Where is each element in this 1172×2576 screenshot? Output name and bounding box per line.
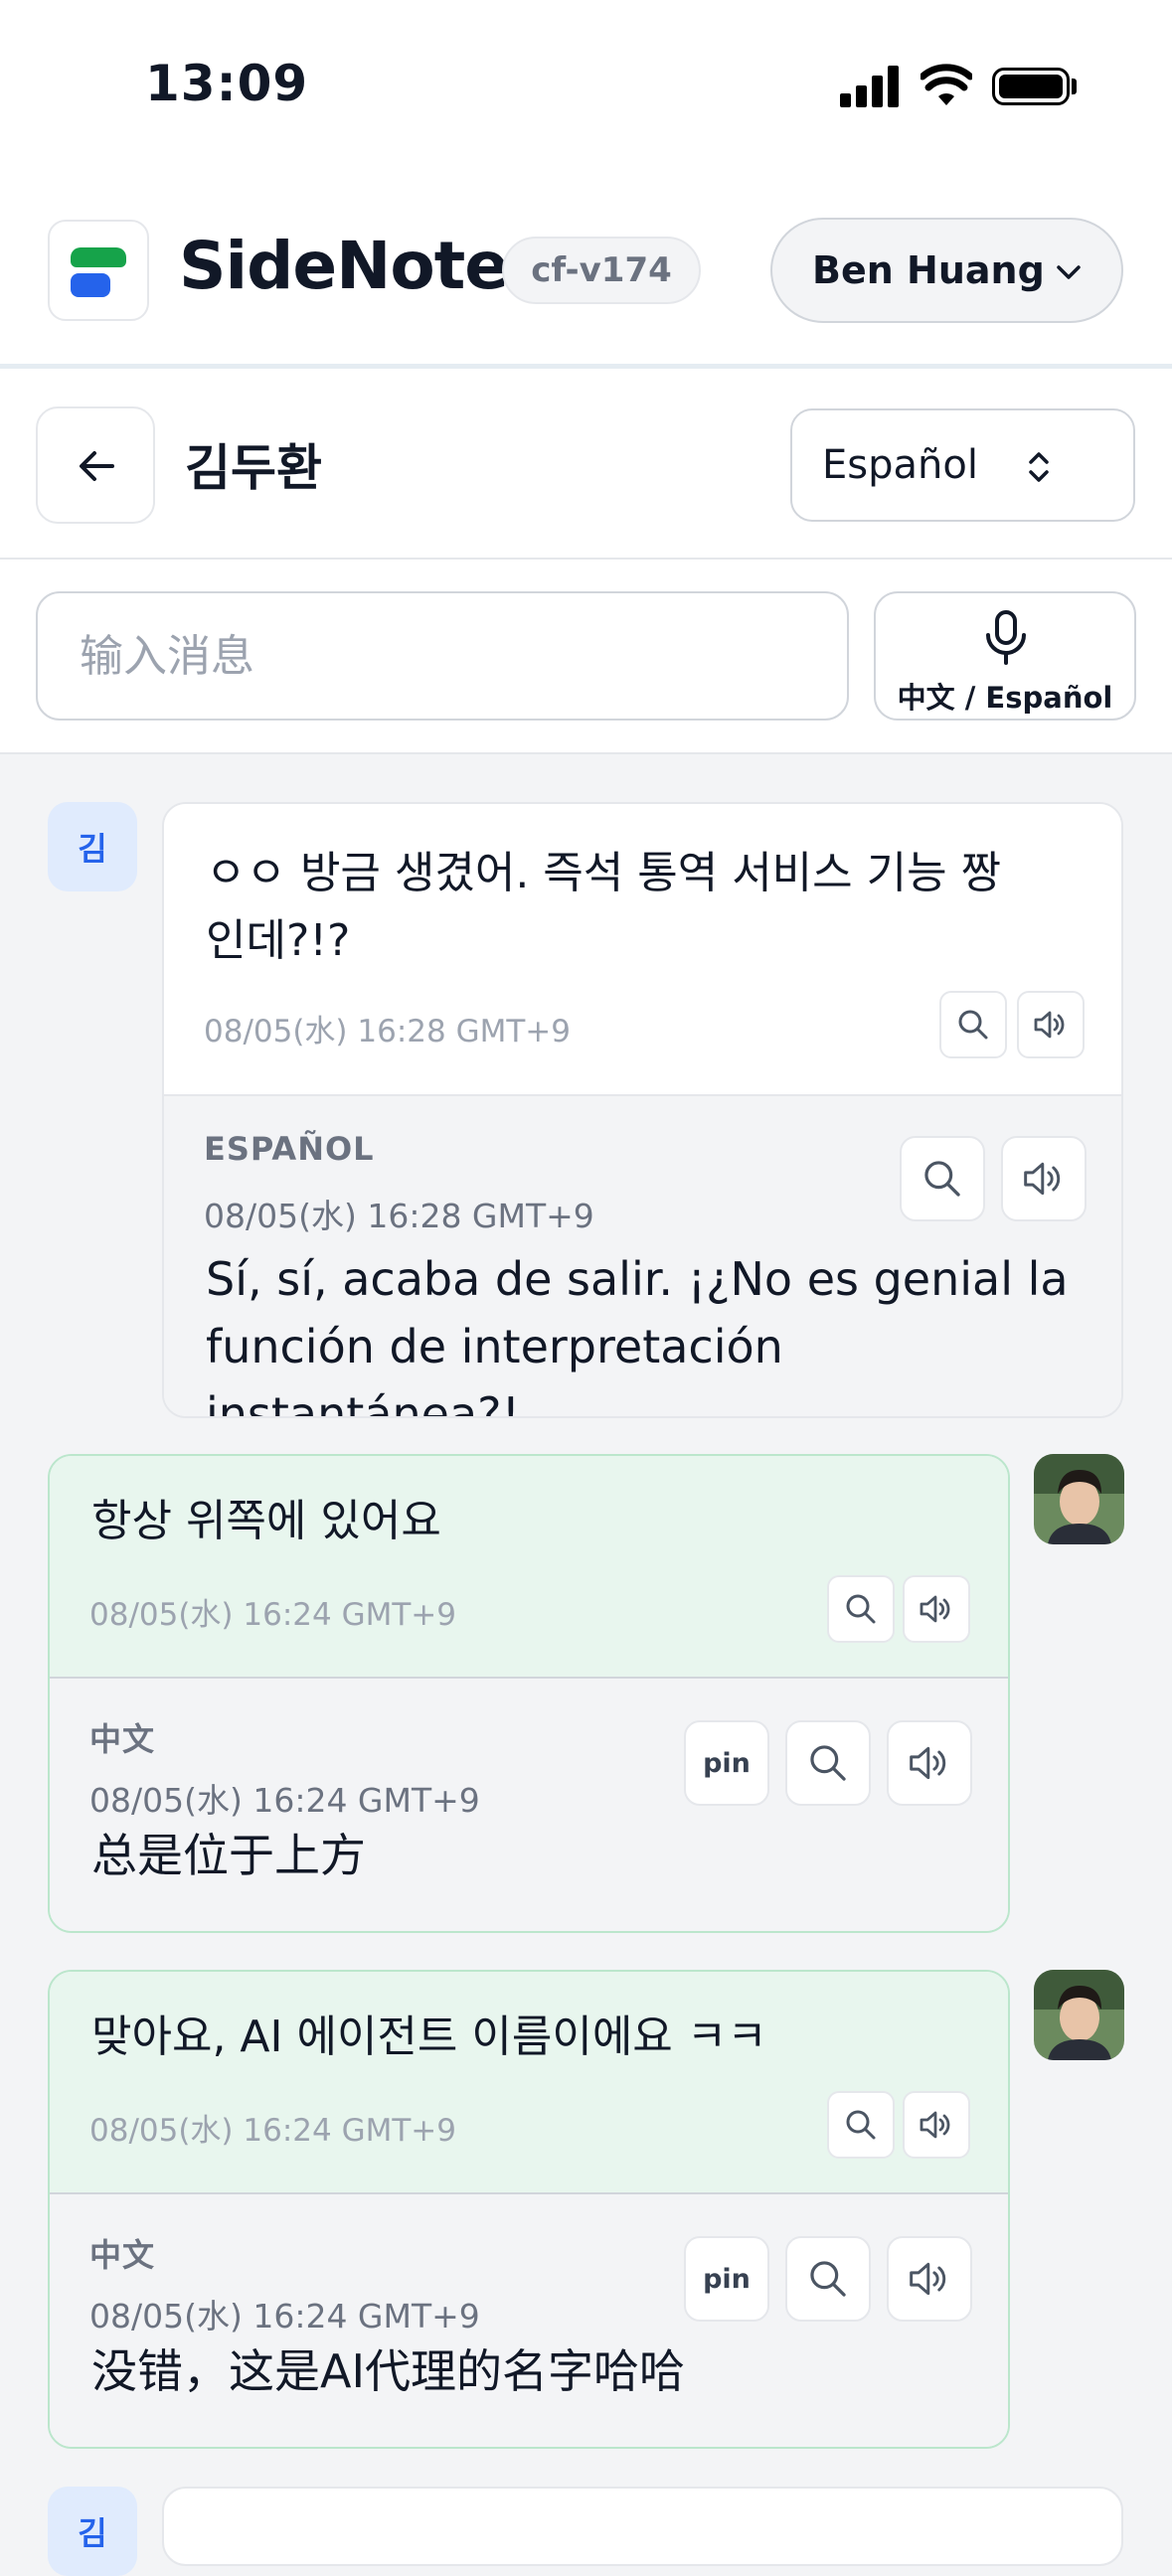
language-select[interactable]: Español [790,408,1135,522]
translation-text: 没错，这是AI代理的名字哈哈 [91,2344,686,2398]
speak-button[interactable] [887,2236,972,2322]
sort-updown-icon [1029,452,1049,482]
user-name: Ben Huang [812,248,1045,292]
search-icon [846,2110,876,2140]
speaker-icon [1024,1162,1061,1196]
speak-button[interactable] [887,1720,972,1806]
chat-header: 김두환 Español [0,369,1172,560]
search-icon [810,1745,846,1781]
translation-timestamp: 08/05(水) 16:24 GMT+9 [89,1781,480,1820]
translation-language: 中文 [89,1720,156,1758]
app-header: 13:09 SideNote cf-v174 Ben Huang [0,0,1172,366]
original-message: ㅇㅇ 방금 생겼어. 즉석 통역 서비스 기능 짱인데?!? 08/05(水) … [164,804,1121,1096]
search-icon [958,1010,988,1040]
message-card: 맞아요, AI 에이전트 이름이에요 ㅋㅋ 08/05(水) 16:24 GMT… [48,1970,1010,2449]
search-icon [810,2261,846,2297]
speak-button[interactable] [903,2091,970,2159]
speaker-icon [1034,1011,1065,1039]
translation: 中文 08/05(水) 16:24 GMT+9 没错，这是AI代理的名字哈哈 p… [50,2194,1008,2447]
original-text: 항상 위쪽에 있어요 [91,1496,441,1546]
speaker-icon [910,1746,946,1780]
contact-avatar: 김 [48,802,137,891]
back-button[interactable] [36,406,155,524]
voice-input-label: 中文 / Español [897,681,1113,715]
pin-button[interactable]: pin [684,1720,769,1806]
translation-language: 中文 [89,2236,156,2274]
search-button[interactable] [939,991,1007,1058]
search-button[interactable] [827,2091,895,2159]
version-badge: cf-v174 [502,237,701,304]
signal-icon [840,66,900,107]
original-timestamp: 08/05(水) 16:24 GMT+9 [89,2113,456,2149]
app-logo [48,220,149,321]
original-text: 맞아요, AI 에이전트 이름이에요 ㅋㅋ [91,2012,767,2062]
search-button[interactable] [900,1136,985,1221]
user-avatar [1034,1970,1124,2060]
message-card: ㅇㅇ 방금 생겼어. 즉석 통역 서비스 기능 짱인데?!? 08/05(水) … [162,802,1123,1418]
message-card [162,2487,1123,2566]
speak-button[interactable] [1001,1136,1087,1221]
language-select-value: Español [822,442,978,488]
original-timestamp: 08/05(水) 16:24 GMT+9 [89,1597,456,1633]
contact-name: 김두환 [185,439,322,497]
status-time: 13:09 [145,55,309,112]
translation: 中文 08/05(水) 16:24 GMT+9 总是位于上方 pin [50,1679,1008,1931]
microphone-icon [986,610,1026,665]
translation: ESPAÑOL 08/05(水) 16:28 GMT+9 Sí, sí, aca… [164,1096,1121,1418]
pin-label: pin [703,2263,751,2295]
user-menu-button[interactable]: Ben Huang [770,218,1123,323]
translation-timestamp: 08/05(水) 16:28 GMT+9 [204,1197,594,1235]
speaker-icon [910,2262,946,2296]
voice-input-button[interactable]: 中文 / Español [874,591,1136,721]
app-title: SideNote [179,228,509,304]
translation-text: Sí, sí, acaba de salir. ¡¿No es genial l… [206,1252,1069,1418]
message-input[interactable] [36,591,849,721]
user-avatar [1034,1454,1124,1544]
battery-tip [1072,79,1077,94]
original-timestamp: 08/05(水) 16:28 GMT+9 [204,1014,571,1049]
translation-timestamp: 08/05(水) 16:24 GMT+9 [89,2297,480,2335]
chevron-down-icon [1057,265,1081,279]
speak-button[interactable] [903,1575,970,1643]
contact-avatar: 김 [48,2487,137,2576]
pin-button[interactable]: pin [684,2236,769,2322]
speak-button[interactable] [1017,991,1085,1058]
battery-icon [992,68,1070,105]
translation-language: ESPAÑOL [204,1130,375,1168]
composer-bar: 中文 / Español [0,560,1172,754]
back-arrow-icon [80,451,114,481]
original-message: 항상 위쪽에 있어요 08/05(水) 16:24 GMT+9 [50,1456,1008,1679]
speaker-icon [920,1595,950,1623]
pin-label: pin [703,1747,751,1779]
search-icon [924,1161,960,1197]
original-message: 맞아요, AI 에이전트 이름이에요 ㅋㅋ 08/05(水) 16:24 GMT… [50,1972,1008,2194]
search-icon [846,1594,876,1624]
message-card: 항상 위쪽에 있어요 08/05(水) 16:24 GMT+9 中文 08/05… [48,1454,1010,1933]
search-button[interactable] [785,1720,871,1806]
original-text: ㅇㅇ 방금 생겼어. 즉석 통역 서비스 기능 짱인데?!? [206,848,1002,966]
search-button[interactable] [827,1575,895,1643]
translation-text: 总是位于上方 [91,1829,366,1882]
search-button[interactable] [785,2236,871,2322]
wifi-icon [921,64,972,105]
speaker-icon [920,2111,950,2139]
